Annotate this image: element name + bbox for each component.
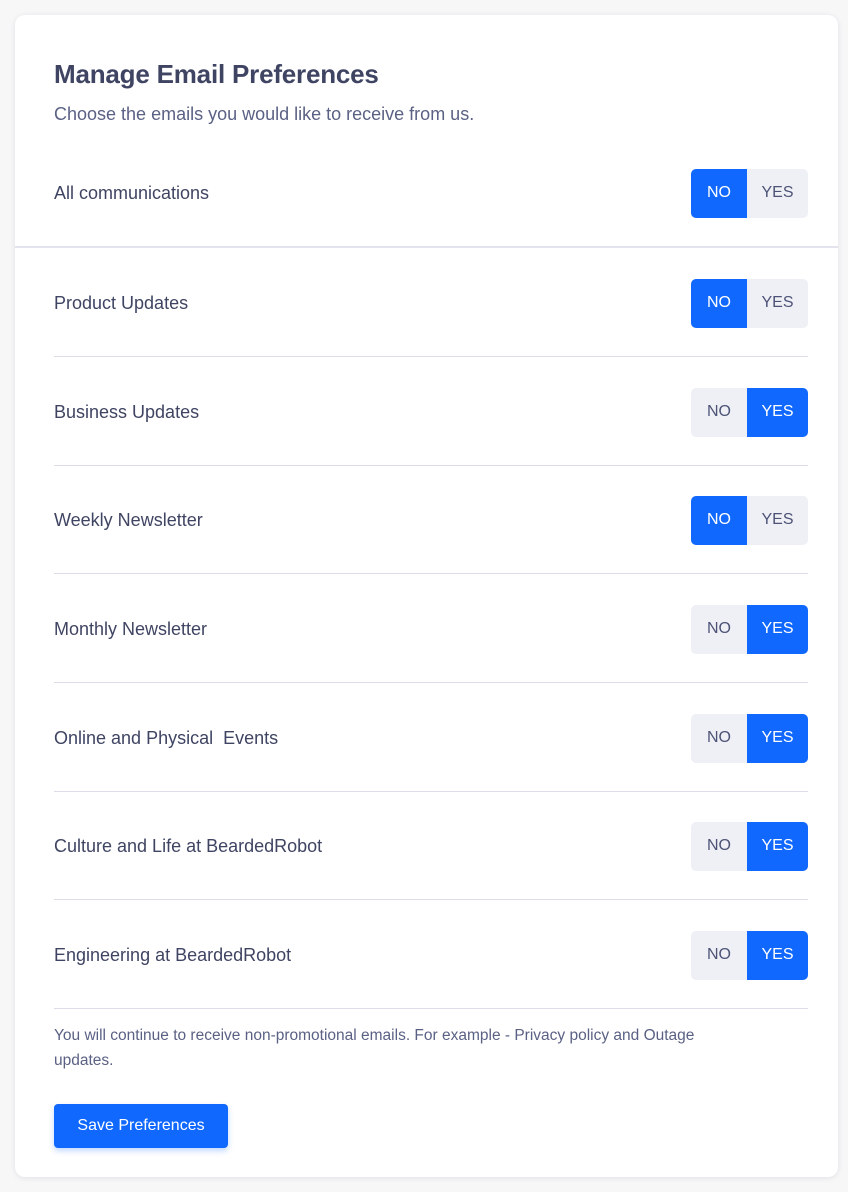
preference-label: Engineering at BeardedRobot <box>54 944 292 965</box>
yes-option[interactable]: YES <box>747 930 808 980</box>
no-option[interactable]: NO <box>691 388 747 437</box>
yes-option[interactable]: YES <box>747 821 808 871</box>
no-option[interactable]: NO <box>691 605 747 654</box>
row-divider <box>54 573 808 574</box>
events-toggle[interactable]: NO YES <box>691 713 808 763</box>
no-option[interactable]: NO <box>691 822 747 871</box>
no-option[interactable]: NO <box>691 931 747 980</box>
save-preferences-button[interactable]: Save Preferences <box>54 1104 228 1148</box>
preference-label: Product Updates <box>54 292 189 313</box>
page-title: Manage Email Preferences <box>54 59 379 89</box>
preference-label: Weekly Newsletter <box>54 509 203 530</box>
no-option[interactable]: NO <box>691 278 747 328</box>
yes-option[interactable]: YES <box>747 496 808 545</box>
section-divider <box>15 246 838 248</box>
preference-row-engineering: Engineering at BeardedRobot NO YES <box>54 930 808 980</box>
yes-option[interactable]: YES <box>747 279 808 328</box>
preference-row-events: Online and Physical Events NO YES <box>54 713 808 763</box>
no-option[interactable]: NO <box>691 168 747 218</box>
preference-row-culture: Culture and Life at BeardedRobot NO YES <box>54 821 808 871</box>
preference-label: Culture and Life at BeardedRobot <box>54 835 323 856</box>
row-divider <box>54 791 808 792</box>
preference-row-business-updates: Business Updates NO YES <box>54 387 808 437</box>
preference-row-weekly-newsletter: Weekly Newsletter NO YES <box>54 495 808 545</box>
master-row: All communications NO YES <box>54 168 808 218</box>
non-promotional-note: You will continue to receive non-promoti… <box>54 1027 695 1069</box>
row-divider <box>54 465 808 466</box>
master-label: All communications <box>54 182 210 203</box>
preference-row-product-updates: Product Updates NO YES <box>54 278 808 328</box>
preference-label: Monthly Newsletter <box>54 618 208 639</box>
culture-toggle[interactable]: NO YES <box>691 821 808 871</box>
business-updates-toggle[interactable]: NO YES <box>691 387 808 437</box>
yes-option[interactable]: YES <box>747 713 808 763</box>
yes-option[interactable]: YES <box>747 387 808 437</box>
preference-label: Online and Physical Events <box>54 727 279 748</box>
row-divider <box>54 899 808 900</box>
weekly-newsletter-toggle[interactable]: NO YES <box>691 495 808 545</box>
email-preferences-card: Manage Email Preferences Choose the emai… <box>15 15 838 1177</box>
monthly-newsletter-toggle[interactable]: NO YES <box>691 604 808 654</box>
yes-option[interactable]: YES <box>747 169 808 218</box>
product-updates-toggle[interactable]: NO YES <box>691 278 808 328</box>
no-option[interactable]: NO <box>691 495 747 545</box>
row-divider <box>54 356 808 357</box>
master-toggle[interactable]: NO YES <box>691 168 808 218</box>
engineering-toggle[interactable]: NO YES <box>691 930 808 980</box>
row-divider <box>54 682 808 683</box>
yes-option[interactable]: YES <box>747 604 808 654</box>
row-divider <box>54 1008 808 1009</box>
preference-label: Business Updates <box>54 401 200 422</box>
page-subtitle: Choose the emails you would like to rece… <box>54 104 475 124</box>
preference-row-monthly-newsletter: Monthly Newsletter NO YES <box>54 604 808 654</box>
no-option[interactable]: NO <box>691 714 747 763</box>
